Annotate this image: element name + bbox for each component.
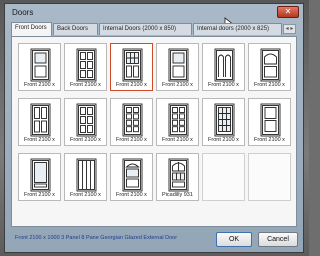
tab-internal-doors-825[interactable]: Internal doors (2000 x 825) — [193, 23, 282, 35]
door-label: Front 2100 x — [162, 82, 193, 88]
door-label: Front 2100 x — [254, 82, 285, 88]
door-arched-grid-icon — [168, 158, 189, 192]
door-thumbnail[interactable]: Front 2100 x — [202, 43, 245, 91]
door-thumbnail[interactable]: Front 2100 x — [110, 43, 153, 91]
door-thumbnail[interactable]: Front 2100 x — [248, 43, 291, 91]
door-panel-2-tall-icon — [260, 103, 281, 137]
door-panel-6-icon — [76, 48, 97, 82]
tab-internal-doors-850[interactable]: Internal Doors (2000 x 850) — [99, 23, 192, 35]
tab-front-doors[interactable]: Front Doors — [11, 22, 52, 36]
cancel-button[interactable]: Cancel — [258, 232, 298, 247]
door-glazed-full-icon — [30, 158, 51, 192]
door-label: Front 2100 x — [116, 82, 147, 88]
door-thumbnail[interactable]: Front 2100 x — [18, 43, 61, 91]
gallery-empty-slot[interactable] — [248, 153, 291, 201]
door-label: Front 2100 x — [24, 192, 55, 198]
door-arched-panel-icon — [260, 48, 281, 82]
tab-scroll-arrows-icon[interactable]: ◂ ▸ — [283, 24, 296, 34]
door-glazed-top-icon — [30, 48, 51, 82]
door-thumbnail[interactable]: Front 2100 x — [248, 98, 291, 146]
door-fan-light-icon — [122, 158, 143, 192]
selected-item-description: Front 2100 x 1000 3 Panel 8 Pane Georgia… — [15, 235, 178, 241]
window-title: Doors — [12, 8, 34, 17]
category-tab-strip: Front Doors Back Doors Internal Doors (2… — [11, 22, 296, 36]
door-thumbnail[interactable]: Front 2100 x — [110, 98, 153, 146]
door-label: Front 2100 x — [162, 137, 193, 143]
gallery-empty-slot[interactable] — [202, 153, 245, 201]
door-thumbnail[interactable]: Picadilly 931 — [156, 153, 199, 201]
door-thumbnail[interactable]: Front 2100 x — [18, 98, 61, 146]
door-label: Front 2100 x — [24, 137, 55, 143]
door-thumbnail[interactable]: Front 2100 x — [110, 153, 153, 201]
door-label: Front 2100 x — [116, 137, 147, 143]
door-thumbnail[interactable]: Front 2100 x — [18, 153, 61, 201]
ok-button[interactable]: OK — [216, 232, 252, 247]
door-label: Front 2100 x — [70, 192, 101, 198]
title-bar[interactable]: Doors ✕ — [5, 4, 303, 24]
door-panel-6b-icon — [76, 103, 97, 137]
door-gallery: Front 2100 x Front 2100 x Front 2100 x Fron… — [11, 36, 297, 227]
door-label: Front 2100 x — [24, 82, 55, 88]
door-thumbnail[interactable]: Front 2100 x — [64, 153, 107, 201]
door-panel-4-tall-icon — [30, 103, 51, 137]
door-label: Front 2100 x — [116, 192, 147, 198]
door-label: Front 2100 x — [70, 137, 101, 143]
close-button[interactable]: ✕ — [277, 6, 299, 18]
door-panel-8-icon — [122, 103, 143, 137]
door-label: Front 2100 x — [208, 137, 239, 143]
door-thumbnail[interactable]: Front 2100 x — [156, 43, 199, 91]
door-glazed-grid-icon — [214, 103, 235, 137]
door-thumbnail[interactable]: Front 2100 x — [64, 43, 107, 91]
door-label: Front 2100 x — [70, 82, 101, 88]
door-thumbnail[interactable]: Front 2100 x — [156, 98, 199, 146]
tab-back-doors[interactable]: Back Doors — [53, 23, 98, 35]
door-label: Front 2100 x — [254, 137, 285, 143]
door-thumbnail[interactable]: Front 2100 x — [202, 98, 245, 146]
door-glazed-top-2-icon — [168, 48, 189, 82]
door-thumbnail[interactable]: Front 2100 x — [64, 98, 107, 146]
close-icon: ✕ — [284, 7, 292, 16]
door-label: Front 2100 x — [208, 82, 239, 88]
door-label: Picadilly 931 — [162, 192, 193, 198]
door-vertical-boards-icon — [76, 158, 97, 192]
door-georgian-glazed-icon — [122, 48, 143, 82]
door-panel-8b-icon — [168, 103, 189, 137]
door-arched-double-icon — [214, 48, 235, 82]
